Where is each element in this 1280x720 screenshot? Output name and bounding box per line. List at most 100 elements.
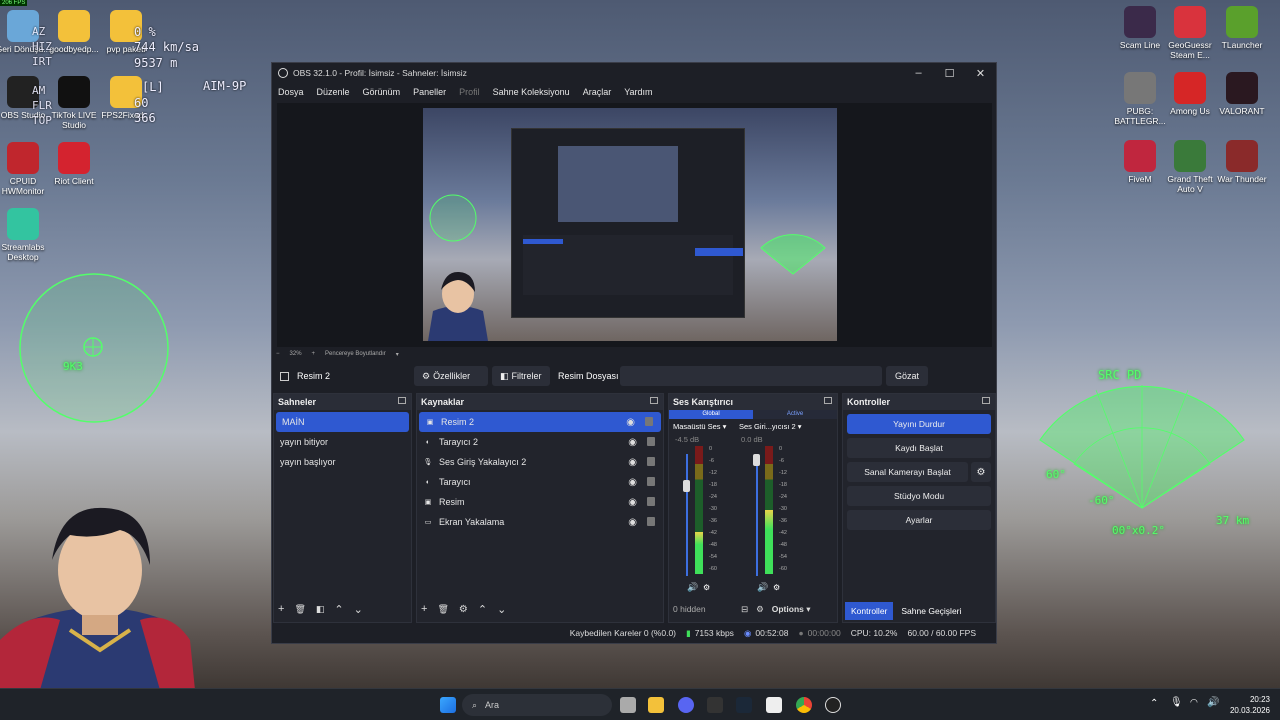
maximize-button[interactable]: ☐ (934, 63, 965, 83)
desktop-icon[interactable]: PUBG: BATTLEGR... (1112, 72, 1168, 126)
desktop-icon[interactable]: TLauncher (1214, 6, 1270, 50)
preview-canvas[interactable] (277, 103, 992, 347)
mic-icon[interactable]: 🎙 (1170, 697, 1183, 708)
lock-icon[interactable] (647, 517, 655, 526)
menu-yardim[interactable]: Yardım (624, 87, 652, 97)
file-explorer-icon[interactable] (648, 697, 664, 713)
add-source-button[interactable]: + (421, 603, 427, 615)
studio-mode-button[interactable]: Stüdyo Modu (847, 486, 991, 506)
channel-1-settings-icon[interactable]: ⚙ (703, 583, 710, 592)
obs-taskbar-icon[interactable] (825, 697, 841, 713)
mixer-settings-icon[interactable]: ⚙ (756, 604, 764, 615)
lock-icon[interactable] (647, 437, 655, 446)
minimize-button[interactable]: – (903, 63, 934, 83)
file-path-field[interactable] (620, 366, 882, 386)
stop-stream-button[interactable]: Yayını Durdur (847, 414, 991, 434)
scene-item[interactable]: yayın başlıyor (274, 452, 411, 472)
channel-2-fader[interactable] (756, 454, 758, 576)
task-view-icon[interactable] (620, 697, 636, 713)
gear-icon[interactable]: ⚙ (459, 604, 468, 615)
move-up-icon[interactable]: ⌃ (478, 603, 487, 616)
scene-item[interactable]: yayın bitiyor (274, 432, 411, 452)
filters-button[interactable]: ◧ Filtreler (492, 366, 550, 386)
popout-icon[interactable] (398, 397, 406, 404)
virtual-camera-settings-icon[interactable]: ⚙ (971, 462, 991, 482)
clock[interactable]: 20:23 20.03.2026 (1226, 694, 1270, 716)
chrome-icon[interactable] (796, 697, 812, 713)
zoom-in-button[interactable]: + (312, 351, 316, 357)
desktop-icon[interactable]: VALORANT (1214, 72, 1270, 116)
zoom-out-button[interactable]: − (276, 351, 280, 357)
start-record-button[interactable]: Kaydı Başlat (847, 438, 991, 458)
desktop-icon[interactable]: FiveM (1112, 140, 1168, 184)
add-scene-button[interactable]: + (278, 603, 284, 615)
steam-icon[interactable] (736, 697, 752, 713)
tab-scene-transitions[interactable]: Sahne Geçişleri (897, 602, 965, 620)
eye-icon[interactable]: ◉ (628, 497, 637, 508)
move-down-icon[interactable]: ⌄ (354, 603, 363, 616)
browse-button[interactable]: Gözat (886, 366, 928, 386)
zoom-mode[interactable]: Pencereye Boyutlandır (325, 351, 386, 357)
tab-active[interactable]: Active (753, 410, 837, 419)
source-item[interactable]: ◐ Tarayıcı 2 ◉ (417, 432, 663, 452)
wifi-icon[interactable]: ◠ (1190, 697, 1198, 708)
source-item[interactable]: ◐ Tarayıcı ◉ (417, 472, 663, 492)
layout-icon[interactable]: ⊟ (741, 604, 748, 615)
desktop-icon[interactable]: GeoGuessr Steam E... (1162, 6, 1218, 60)
desktop-icon[interactable]: Streamlabs Desktop (0, 208, 51, 262)
desktop-icon[interactable]: War Thunder (1214, 140, 1270, 184)
desktop-icon[interactable]: Scam Line (1112, 6, 1168, 50)
source-item[interactable]: ▭ Ekran Yakalama ◉ (417, 512, 663, 532)
eye-icon[interactable]: ◉ (628, 517, 637, 528)
move-up-icon[interactable]: ⌃ (334, 603, 343, 616)
menu-dosya[interactable]: Dosya (278, 87, 304, 97)
channel-1-speaker-icon[interactable]: 🔊 (687, 582, 698, 593)
desktop-icon[interactable]: Among Us (1162, 72, 1218, 116)
source-item[interactable]: 🎙 Ses Giriş Yakalayıcı 2 ◉ (417, 452, 663, 472)
lock-icon[interactable] (647, 457, 655, 466)
popout-icon[interactable] (824, 397, 832, 404)
desktop-icon[interactable]: Grand Theft Auto V (1162, 140, 1218, 194)
options-button[interactable]: Options ▾ (772, 604, 811, 615)
windows-start-icon[interactable] (440, 697, 456, 713)
source-item[interactable]: ▣ Resim 2 ◉ (419, 412, 661, 432)
channel-1-fader-knob[interactable] (683, 479, 690, 492)
taskbar-search[interactable]: ⌕ Ara (462, 694, 612, 716)
source-item[interactable]: ▣ Resim ◉ (417, 492, 663, 512)
scene-filters-icon[interactable]: ◧ (316, 604, 325, 615)
tab-controls[interactable]: Kontroller (845, 602, 894, 620)
chevron-down-icon[interactable]: ▾ (396, 351, 399, 358)
settings-button[interactable]: Ayarlar (847, 510, 991, 530)
channel-1-fader[interactable] (686, 454, 688, 576)
discord-icon[interactable] (678, 697, 694, 713)
menu-profil[interactable]: Profil (459, 87, 480, 97)
tray-chevron-icon[interactable]: ⌃ (1150, 698, 1158, 709)
desktop-icon[interactable]: CPUID HWMonitor (0, 142, 51, 196)
lock-icon[interactable] (645, 417, 653, 426)
epic-games-icon[interactable] (707, 697, 723, 713)
lock-icon[interactable] (647, 477, 655, 486)
eye-icon[interactable]: ◉ (626, 417, 635, 428)
move-down-icon[interactable]: ⌄ (497, 603, 506, 616)
lock-icon[interactable] (647, 497, 655, 506)
trash-icon[interactable]: 🗑 (294, 604, 305, 615)
channel-2-speaker-icon[interactable]: 🔊 (757, 582, 768, 593)
eye-icon[interactable]: ◉ (628, 457, 637, 468)
menu-paneller[interactable]: Paneller (413, 87, 446, 97)
capcut-icon[interactable] (766, 697, 782, 713)
desktop-icon[interactable]: Riot Client (46, 142, 102, 186)
menu-araclar[interactable]: Araçlar (583, 87, 612, 97)
menu-duzenle[interactable]: Düzenle (317, 87, 350, 97)
tab-global[interactable]: Global (669, 410, 753, 419)
popout-icon[interactable] (982, 397, 990, 404)
virtual-camera-button[interactable]: Sanal Kamerayı Başlat (847, 462, 968, 482)
eye-icon[interactable]: ◉ (628, 477, 637, 488)
eye-icon[interactable]: ◉ (628, 437, 637, 448)
volume-icon[interactable]: 🔊 (1207, 697, 1219, 708)
popout-icon[interactable] (650, 397, 658, 404)
close-button[interactable]: ✕ (965, 63, 996, 83)
properties-button[interactable]: ⚙ Özellikler (414, 366, 488, 386)
channel-2-fader-knob[interactable] (753, 454, 760, 466)
scene-item[interactable]: MAİN (276, 412, 409, 432)
desktop-icon[interactable]: TikTok LIVE Studio (46, 76, 102, 130)
